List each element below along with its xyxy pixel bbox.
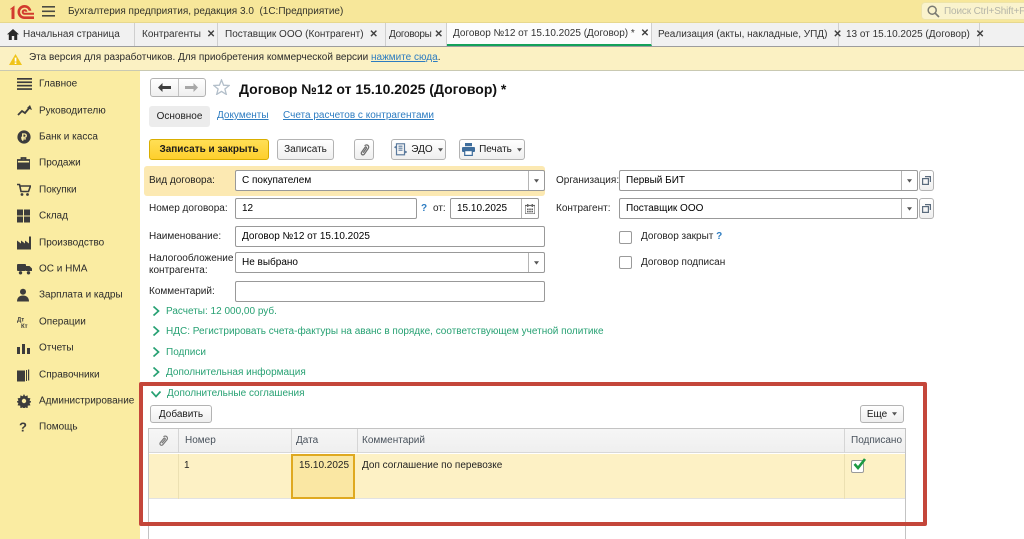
svg-text:Дт: Дт: [17, 317, 24, 323]
svg-text:Кт: Кт: [21, 324, 28, 329]
svg-text:₽: ₽: [21, 132, 28, 143]
